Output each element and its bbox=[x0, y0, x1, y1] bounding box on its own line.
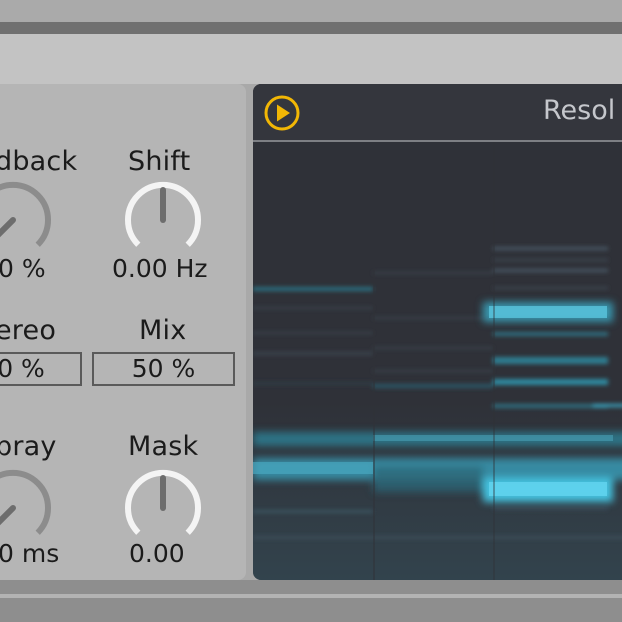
feedback-knob[interactable] bbox=[0, 178, 55, 262]
spray-label: pray bbox=[0, 431, 57, 462]
stereo-label: ereo bbox=[0, 315, 57, 346]
play-icon[interactable] bbox=[263, 94, 301, 132]
window-bottom-strip bbox=[0, 580, 622, 622]
spray-knob[interactable] bbox=[0, 466, 55, 550]
display-title: Resol bbox=[543, 95, 616, 126]
spray-value[interactable]: 0 ms bbox=[0, 539, 59, 568]
bottom-highlight bbox=[0, 594, 622, 598]
device-panel: dback 0 % Shift 0.00 Hz ereo 0 % Mix 50 … bbox=[0, 84, 246, 580]
spectrum-display: Resol bbox=[253, 84, 622, 580]
shift-knob[interactable] bbox=[121, 178, 205, 262]
mask-value[interactable]: 0.00 bbox=[129, 539, 185, 568]
mask-label: Mask bbox=[128, 431, 199, 462]
mix-field[interactable]: 50 % bbox=[92, 352, 235, 386]
feedback-value[interactable]: 0 % bbox=[0, 254, 46, 283]
device-title-bar bbox=[0, 34, 622, 84]
shift-label: Shift bbox=[128, 146, 191, 177]
display-header: Resol bbox=[253, 84, 622, 142]
window-divider bbox=[0, 22, 622, 34]
shift-value[interactable]: 0.00 Hz bbox=[112, 254, 208, 283]
feedback-label: dback bbox=[0, 146, 78, 177]
spectrogram bbox=[253, 142, 622, 580]
stereo-field[interactable]: 0 % bbox=[0, 352, 82, 386]
mask-knob[interactable] bbox=[121, 466, 205, 550]
window-top-strip bbox=[0, 0, 622, 22]
mix-label: Mix bbox=[139, 315, 187, 346]
